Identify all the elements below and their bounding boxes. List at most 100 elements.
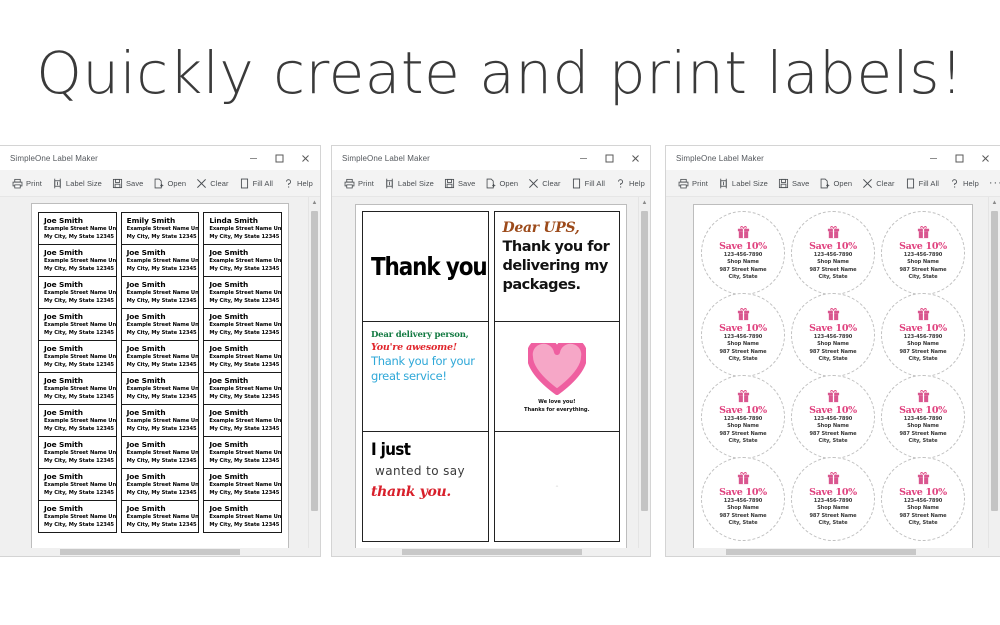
circle-label[interactable]: Save 10% 123-456-7890 Shop Name 987 Street … xyxy=(791,293,875,377)
address-label[interactable]: Joe SmithExample Street Name Unit BMy Ci… xyxy=(38,276,117,309)
toolbar[interactable]: Print Label Size Save Open Clear Fill Al… xyxy=(332,170,650,197)
toolbar-fill-all-button[interactable]: Fill All xyxy=(235,171,277,195)
hscrollbar-thumb[interactable] xyxy=(60,549,240,555)
circle-label[interactable]: Save 10% 123-456-7890 Shop Name 987 Street … xyxy=(881,293,965,377)
circle-label[interactable]: Save 10% 123-456-7890 Shop Name 987 Street … xyxy=(791,211,875,295)
toolbar-clear-button[interactable]: Clear xyxy=(524,171,564,195)
address-label[interactable]: Joe SmithExample Street Name Unit BMy Ci… xyxy=(120,468,200,501)
address-label[interactable]: Joe SmithExample Street Name Unit BMy Ci… xyxy=(38,340,117,373)
label-thank-you[interactable]: Thank you! xyxy=(362,211,489,322)
scroll-up-arrow[interactable]: ▲ xyxy=(989,197,1000,208)
address-label[interactable]: Joe SmithExample Street Name Unit BMy Ci… xyxy=(38,372,117,405)
address-label[interactable]: Joe SmithExample Street Name Unit BMy Ci… xyxy=(120,244,200,277)
scrollbar-thumb[interactable] xyxy=(311,211,318,511)
toolbar-overflow-button[interactable]: ··· xyxy=(985,178,1000,189)
horizontal-scrollbar[interactable] xyxy=(666,548,1000,556)
minimize-button[interactable] xyxy=(240,147,266,169)
vertical-scrollbar[interactable]: ▲ ▼ xyxy=(638,197,650,556)
circle-label[interactable]: Save 10% 123-456-7890 Shop Name 987 Street … xyxy=(701,293,785,377)
hscrollbar-thumb[interactable] xyxy=(726,549,916,555)
toolbar-label-size-button[interactable]: Label Size xyxy=(380,171,438,195)
circle-label[interactable]: Save 10% 123-456-7890 Shop Name 987 Street … xyxy=(791,375,875,459)
address-label[interactable]: Linda SmithExample Street Name Unit BMy … xyxy=(203,212,282,245)
vertical-scrollbar[interactable]: ▲ ▼ xyxy=(308,197,320,556)
minimize-button[interactable] xyxy=(920,147,946,169)
minimize-button[interactable] xyxy=(570,147,596,169)
window-address-labels[interactable]: SimpleOne Label Maker Print Label Size S… xyxy=(0,146,320,556)
address-label[interactable]: Joe SmithExample Street Name Unit BMy Ci… xyxy=(203,372,282,405)
scroll-up-arrow[interactable]: ▲ xyxy=(639,197,650,208)
address-label[interactable]: Joe SmithExample Street Name Unit BMy Ci… xyxy=(203,276,282,309)
address-label[interactable]: Joe SmithExample Street Name Unit BMy Ci… xyxy=(38,436,117,469)
toolbar-save-button[interactable]: Save xyxy=(774,171,814,195)
address-label[interactable]: Joe SmithExample Street Name Unit BMy Ci… xyxy=(203,404,282,437)
address-label[interactable]: Joe SmithExample Street Name Unit BMy Ci… xyxy=(120,276,200,309)
label-empty[interactable]: °° xyxy=(493,431,620,542)
toolbar-open-button[interactable]: Open xyxy=(815,171,856,195)
scroll-up-arrow[interactable]: ▲ xyxy=(309,197,320,208)
scrollbar-thumb[interactable] xyxy=(641,211,648,511)
circle-label[interactable]: Save 10% 123-456-7890 Shop Name 987 Street … xyxy=(881,375,965,459)
circle-label[interactable]: Save 10% 123-456-7890 Shop Name 987 Street … xyxy=(701,457,785,541)
circle-label[interactable]: Save 10% 123-456-7890 Shop Name 987 Street … xyxy=(881,211,965,295)
label-delivery-person[interactable]: Dear delivery person, You're awesome! Th… xyxy=(362,321,489,432)
toolbar-help-button[interactable]: Help xyxy=(279,171,317,195)
label-sheet-circles[interactable]: Save 10% 123-456-7890 Shop Name 987 Street … xyxy=(693,204,973,556)
address-label[interactable]: Joe SmithExample Street Name Unit BMy Ci… xyxy=(120,372,200,405)
circle-label[interactable]: Save 10% 123-456-7890 Shop Name 987 Street … xyxy=(791,457,875,541)
address-label[interactable]: Joe SmithExample Street Name Unit BMy Ci… xyxy=(203,308,282,341)
maximize-button[interactable] xyxy=(946,147,972,169)
toolbar-help-button[interactable]: Help xyxy=(611,171,649,195)
address-label[interactable]: Joe SmithExample Street Name Unit BMy Ci… xyxy=(38,500,117,533)
address-label[interactable]: Joe SmithExample Street Name Unit BMy Ci… xyxy=(120,436,200,469)
address-label[interactable]: Joe SmithExample Street Name Unit BMy Ci… xyxy=(203,500,282,533)
circle-label[interactable]: Save 10% 123-456-7890 Shop Name 987 Street … xyxy=(701,375,785,459)
toolbar[interactable]: Print Label Size Save Open Clear Fill Al… xyxy=(666,170,1000,197)
toolbar-open-button[interactable]: Open xyxy=(481,171,522,195)
label-dear-ups[interactable]: Dear UPS, Thank you for delivering my pa… xyxy=(493,211,620,322)
label-sheet-messages[interactable]: Thank you! Dear UPS, Thank you for deliv… xyxy=(355,204,627,556)
titlebar[interactable]: SimpleOne Label Maker xyxy=(666,146,1000,170)
toolbar-fill-all-button[interactable]: Fill All xyxy=(567,171,609,195)
label-heart[interactable]: We love you! Thanks for everything. xyxy=(493,321,620,432)
toolbar-print-button[interactable]: Print xyxy=(340,171,378,195)
address-label[interactable]: Joe SmithExample Street Name Unit BMy Ci… xyxy=(120,500,200,533)
close-button[interactable] xyxy=(292,147,318,169)
address-label[interactable]: Joe SmithExample Street Name Unit BMy Ci… xyxy=(38,468,117,501)
maximize-button[interactable] xyxy=(596,147,622,169)
toolbar-open-button[interactable]: Open xyxy=(149,171,190,195)
address-label[interactable]: Joe SmithExample Street Name Unit BMy Ci… xyxy=(38,212,117,245)
address-label[interactable]: Joe SmithExample Street Name Unit BMy Ci… xyxy=(120,340,200,373)
label-i-just[interactable]: I just wanted to say thank you. xyxy=(362,431,489,542)
toolbar-print-button[interactable]: Print xyxy=(674,171,712,195)
address-label[interactable]: Joe SmithExample Street Name Unit BMy Ci… xyxy=(203,340,282,373)
toolbar[interactable]: Print Label Size Save Open Clear Fill Al… xyxy=(0,170,320,197)
circle-label[interactable]: Save 10% 123-456-7890 Shop Name 987 Street … xyxy=(701,211,785,295)
address-label[interactable]: Joe SmithExample Street Name Unit BMy Ci… xyxy=(203,436,282,469)
address-label[interactable]: Joe SmithExample Street Name Unit BMy Ci… xyxy=(120,404,200,437)
circle-label[interactable]: Save 10% 123-456-7890 Shop Name 987 Street … xyxy=(881,457,965,541)
address-label[interactable]: Joe SmithExample Street Name Unit BMy Ci… xyxy=(38,244,117,277)
titlebar[interactable]: SimpleOne Label Maker xyxy=(0,146,320,170)
address-label[interactable]: Emily SmithExample Street Name Unit BMy … xyxy=(120,212,200,245)
maximize-button[interactable] xyxy=(266,147,292,169)
address-label[interactable]: Joe SmithExample Street Name Unit BMy Ci… xyxy=(203,468,282,501)
toolbar-fill-all-button[interactable]: Fill All xyxy=(901,171,943,195)
scrollbar-thumb[interactable] xyxy=(991,211,998,511)
window-circle-labels[interactable]: SimpleOne Label Maker Print Label Size S… xyxy=(666,146,1000,556)
toolbar-save-button[interactable]: Save xyxy=(108,171,148,195)
address-label[interactable]: Joe SmithExample Street Name Unit BMy Ci… xyxy=(203,244,282,277)
close-button[interactable] xyxy=(972,147,998,169)
toolbar-clear-button[interactable]: Clear xyxy=(858,171,898,195)
window-message-labels[interactable]: SimpleOne Label Maker Print Label Size S… xyxy=(332,146,650,556)
address-label[interactable]: Joe SmithExample Street Name Unit BMy Ci… xyxy=(38,404,117,437)
titlebar[interactable]: SimpleOne Label Maker xyxy=(332,146,650,170)
address-label[interactable]: Joe SmithExample Street Name Unit BMy Ci… xyxy=(38,308,117,341)
toolbar-print-button[interactable]: Print xyxy=(8,171,46,195)
toolbar-help-button[interactable]: Help xyxy=(945,171,983,195)
toolbar-overflow-button[interactable]: ··· xyxy=(319,179,320,187)
address-label[interactable]: Joe SmithExample Street Name Unit BMy Ci… xyxy=(120,308,200,341)
vertical-scrollbar[interactable]: ▲ ▼ xyxy=(988,197,1000,556)
label-sheet-addresses[interactable]: Joe SmithExample Street Name Unit BMy Ci… xyxy=(31,203,289,556)
toolbar-save-button[interactable]: Save xyxy=(440,171,480,195)
